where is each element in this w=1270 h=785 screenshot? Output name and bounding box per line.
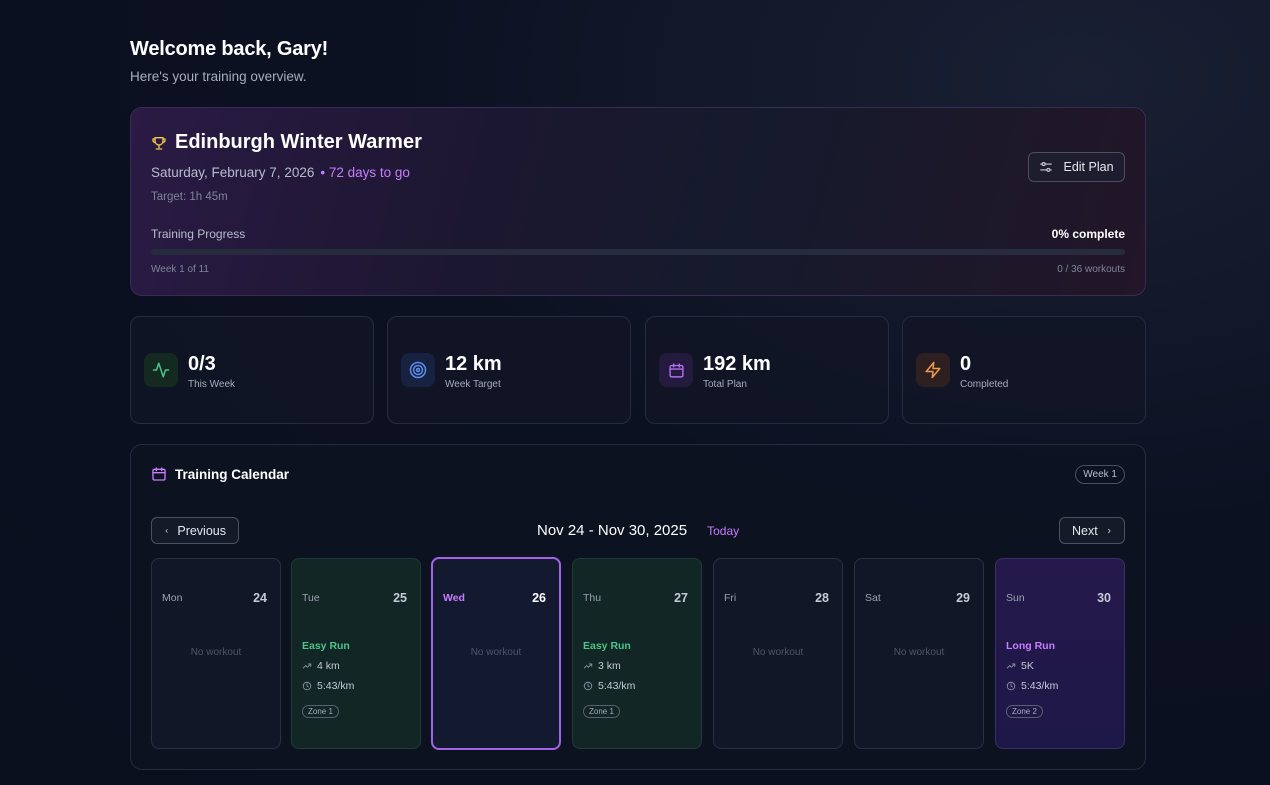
stat-value: 12 km (445, 353, 502, 375)
chevron-left-icon (165, 528, 168, 533)
calendar-header: Training Calendar (151, 466, 289, 482)
day-number: 28 (815, 591, 829, 605)
stat-card-total-plan: 192 km Total Plan (645, 316, 889, 424)
workout-distance: 3 km (583, 660, 621, 672)
calendar-title: Training Calendar (175, 466, 290, 482)
day-name: Mon (162, 592, 183, 604)
stat-label: This Week (188, 379, 236, 390)
day-card-sun[interactable]: Sun 30 Long Run 5K 5:43/km Zone 2 (995, 558, 1125, 749)
edit-plan-button[interactable]: Edit Plan (1028, 152, 1125, 182)
progress-workouts: 0 / 36 workouts (1057, 264, 1125, 275)
days-to-go: • 72 days to go (320, 165, 410, 180)
progress-week: Week 1 of 11 (151, 264, 209, 275)
day-card-wed[interactable]: Wed 26 No workout (431, 557, 561, 750)
no-workout-text: No workout (470, 647, 522, 658)
distance-value: 3 km (598, 660, 621, 672)
previous-week-button[interactable]: Previous (151, 517, 239, 544)
edit-plan-label: Edit Plan (1063, 160, 1114, 174)
day-name: Sat (865, 592, 881, 604)
day-number: 24 (253, 591, 267, 605)
next-label: Next (1072, 523, 1098, 538)
trending-up-icon (302, 663, 312, 669)
stat-label: Completed (960, 379, 1009, 390)
today-button[interactable]: Today (707, 524, 739, 538)
day-card-sat[interactable]: Sat 29 No workout (854, 558, 984, 749)
zap-icon (916, 353, 950, 387)
trending-up-icon (1006, 663, 1016, 669)
day-number: 30 (1097, 591, 1111, 605)
page-subtitle: Here's your training overview. (130, 69, 307, 84)
stat-card-week-target: 12 km Week Target (387, 316, 631, 424)
zone-badge: Zone 1 (302, 705, 339, 718)
pace-value: 5:43/km (598, 680, 636, 692)
zone-badge: Zone 2 (1006, 705, 1043, 718)
date-range: Nov 24 - Nov 30, 2025 (537, 522, 688, 539)
calendar-icon (152, 467, 166, 481)
race-card: Edinburgh Winter Warmer Saturday, Februa… (130, 107, 1146, 296)
workout-distance: 5K (1006, 660, 1034, 672)
pace-value: 5:43/km (317, 680, 355, 692)
week-badge: Week 1 (1075, 465, 1125, 484)
day-card-thu[interactable]: Thu 27 Easy Run 3 km 5:43/km Zone 1 (572, 558, 702, 749)
workout-type: Easy Run (583, 640, 631, 652)
clock-icon (302, 681, 312, 691)
day-name: Fri (724, 592, 737, 604)
clock-icon (1006, 681, 1016, 691)
progress-label: Training Progress (151, 227, 246, 241)
trending-up-icon (583, 663, 593, 669)
day-name: Wed (443, 592, 465, 604)
race-date-row: Saturday, February 7, 2026 • 72 days to … (151, 165, 410, 180)
next-week-button[interactable]: Next (1059, 517, 1125, 544)
stat-value: 0/3 (188, 353, 216, 375)
race-date: Saturday, February 7, 2026 (151, 165, 315, 180)
progress-percent: 0% complete (1051, 227, 1125, 241)
day-card-fri[interactable]: Fri 28 No workout (713, 558, 843, 749)
workout-pace: 5:43/km (302, 680, 354, 692)
day-name: Tue (302, 592, 320, 604)
target-icon (401, 353, 435, 387)
day-number: 29 (956, 591, 970, 605)
workout-pace: 5:43/km (1006, 680, 1058, 692)
workout-type: Long Run (1006, 640, 1055, 652)
trophy-icon (152, 136, 166, 150)
no-workout-text: No workout (893, 647, 945, 658)
page-title: Welcome back, Gary! (130, 38, 329, 60)
day-number: 27 (674, 591, 688, 605)
previous-label: Previous (177, 523, 226, 538)
stat-card-completed: 0 Completed (902, 316, 1146, 424)
pace-value: 5:43/km (1021, 680, 1059, 692)
race-name: Edinburgh Winter Warmer (175, 131, 422, 153)
calendar-icon (659, 353, 693, 387)
no-workout-text: No workout (190, 647, 242, 658)
stat-value: 192 km (703, 353, 771, 375)
stat-label: Week Target (445, 379, 501, 390)
distance-value: 5K (1021, 660, 1034, 672)
no-workout-text: No workout (752, 647, 804, 658)
training-calendar: Training Calendar Week 1 Previous Nov 24… (130, 444, 1146, 770)
race-title-row: Edinburgh Winter Warmer (151, 131, 422, 154)
stat-card-this-week: 0/3 This Week (130, 316, 374, 424)
race-target: Target: 1h 45m (151, 191, 228, 203)
stat-value: 0 (960, 353, 972, 375)
workout-type: Easy Run (302, 640, 350, 652)
day-card-mon[interactable]: Mon 24 No workout (151, 558, 281, 749)
chevron-right-icon (1107, 528, 1111, 533)
day-name: Thu (583, 592, 602, 604)
sliders-icon (1040, 162, 1053, 172)
stat-label: Total Plan (703, 379, 747, 390)
clock-icon (583, 681, 593, 691)
workout-distance: 4 km (302, 660, 340, 672)
zone-badge: Zone 1 (583, 705, 620, 718)
distance-value: 4 km (317, 660, 340, 672)
day-card-tue[interactable]: Tue 25 Easy Run 4 km 5:43/km Zone 1 (291, 558, 421, 749)
activity-icon (144, 353, 178, 387)
progress-bar (151, 249, 1125, 255)
workout-pace: 5:43/km (583, 680, 635, 692)
day-number: 26 (532, 591, 546, 605)
date-range-row: Nov 24 - Nov 30, 2025 Today (537, 522, 739, 539)
calendar-days: Mon 24 No workout Tue 25 Easy Run 4 km 5… (151, 557, 1126, 750)
day-number: 25 (393, 591, 407, 605)
day-name: Sun (1006, 592, 1025, 604)
